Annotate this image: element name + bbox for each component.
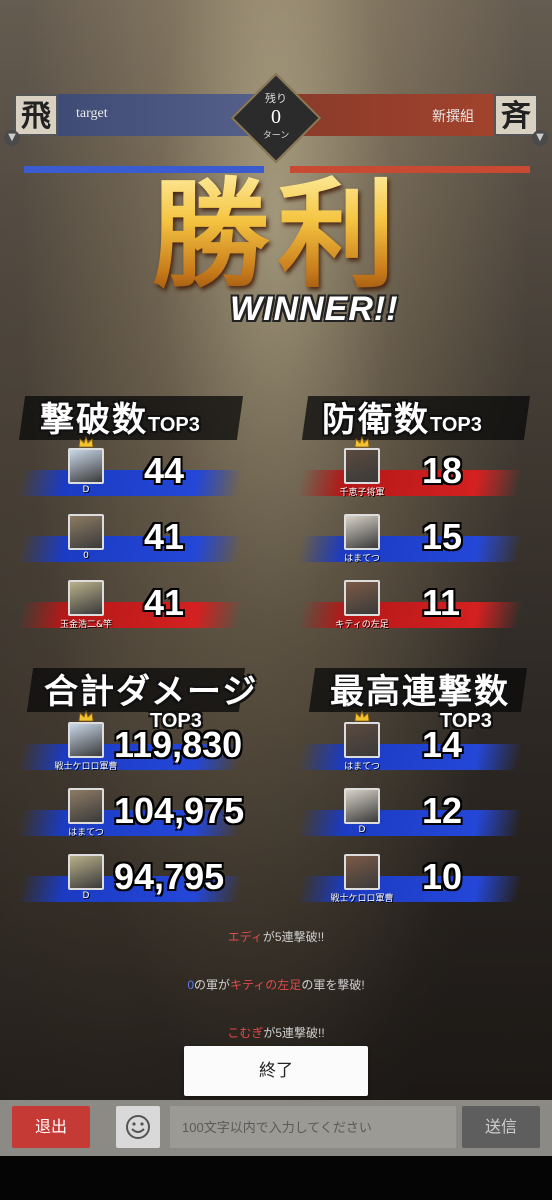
player-name: D <box>82 485 90 495</box>
victory-title: 勝利 <box>105 160 450 310</box>
rank-row-damage-2: はまてつ 104,975 <box>17 788 252 840</box>
rank-row-damage-3: D 94,795 <box>17 854 252 906</box>
chat-line-2-c: キティの左足 <box>230 978 302 992</box>
remaining-unit: ターン <box>262 130 290 140</box>
player-score: 10 <box>422 856 463 897</box>
rank-row-kills-1: D 44 <box>17 436 252 500</box>
exit-button[interactable]: 退出 <box>12 1106 90 1148</box>
chat-line-1: エディが5連撃破!! <box>0 928 552 945</box>
defense-title-text: 防衛数 <box>322 400 430 440</box>
chat-line-2-a: 0 <box>187 978 195 992</box>
left-team-name: target <box>76 106 108 121</box>
rank-row-kills-2: 0 41 <box>17 514 252 566</box>
player-score: 12 <box>422 790 463 831</box>
right-team-emblem: 斉 <box>494 94 538 136</box>
left-dropdown-icon[interactable]: ▼ <box>4 130 20 146</box>
defense-title: 防衛数TOP3 <box>322 392 482 441</box>
rank-row-defense-2: はまてつ 15 <box>297 514 532 566</box>
rank-row-defense-1: 千恵子将軍 18 <box>297 436 532 500</box>
player-name: 0 <box>83 551 89 561</box>
rank-row-combo-2: D 12 <box>297 788 532 840</box>
system-nav-bar <box>0 1156 552 1200</box>
remaining-value: 0 <box>271 106 281 128</box>
rank-row-kills-3: 玉金浩二&竿 41 <box>17 580 252 632</box>
right-team-name: 新撰組 <box>432 110 474 125</box>
chat-line-3-name: こむぎ <box>227 1026 264 1040</box>
player-score: 44 <box>144 450 185 491</box>
player-score: 14 <box>422 724 463 765</box>
chat-line-3: こむぎが5連撃破!! <box>0 1024 552 1041</box>
player-avatar <box>68 514 104 550</box>
player-avatar <box>344 448 380 484</box>
player-name: はまてつ <box>344 762 380 772</box>
player-score: 94,795 <box>114 856 225 897</box>
player-name: 戦士ケロロ軍曹 <box>330 894 394 904</box>
chat-line-1-text: が5連撃破!! <box>262 930 325 944</box>
player-avatar <box>68 448 104 484</box>
player-name: はまてつ <box>344 554 380 564</box>
player-avatar <box>344 580 380 616</box>
chat-line-2: 0の軍がキティの左足の軍を撃破! <box>0 976 552 993</box>
player-name: 玉金浩二&竿 <box>59 620 113 630</box>
rank-row-damage-1: 戦士ケロロ軍曹 119,830 <box>17 710 252 774</box>
chat-line-2-d: の軍を撃破! <box>301 978 365 992</box>
send-button[interactable]: 送信 <box>462 1106 540 1148</box>
crown-icon <box>78 710 94 722</box>
left-team-emblem: 飛 <box>14 94 58 136</box>
player-avatar <box>344 788 380 824</box>
remaining-turns: 残り 0 ターン <box>244 90 308 141</box>
player-avatar <box>344 854 380 890</box>
defense-top3: TOP3 <box>430 414 482 436</box>
player-score: 119,830 <box>114 724 243 765</box>
kills-title-text: 撃破数 <box>40 400 148 440</box>
chat-line-3-text: が5連撃破!! <box>263 1026 325 1040</box>
right-dropdown-icon[interactable]: ▼ <box>532 130 548 146</box>
player-name: キティの左足 <box>335 620 389 630</box>
player-score: 18 <box>422 450 463 491</box>
kills-title: 撃破数TOP3 <box>40 392 200 441</box>
smiley-icon <box>126 1115 150 1139</box>
player-score: 104,975 <box>114 790 245 831</box>
chat-input[interactable] <box>170 1106 456 1148</box>
player-name: 千恵子将軍 <box>339 488 385 498</box>
crown-icon <box>78 436 94 448</box>
player-score: 15 <box>422 516 463 557</box>
emoji-button[interactable] <box>116 1106 160 1148</box>
player-avatar <box>344 514 380 550</box>
player-score: 41 <box>144 582 185 623</box>
crown-icon <box>354 436 370 448</box>
player-name: D <box>358 825 366 835</box>
player-avatar <box>68 854 104 890</box>
player-avatar <box>68 580 104 616</box>
rank-row-combo-1: はまてつ 14 <box>297 710 532 774</box>
crown-icon <box>354 710 370 722</box>
winner-label: WINNER!! <box>230 290 399 328</box>
chat-line-2-b: の軍が <box>194 978 231 992</box>
player-avatar <box>68 722 104 758</box>
end-button[interactable]: 終了 <box>184 1046 368 1096</box>
player-avatar <box>344 722 380 758</box>
player-avatar <box>68 788 104 824</box>
kills-top3: TOP3 <box>148 414 200 436</box>
chat-line-1-name: エディ <box>227 930 263 944</box>
player-score: 11 <box>422 582 461 623</box>
rank-row-defense-3: キティの左足 11 <box>297 580 532 632</box>
remaining-label: 残り <box>265 93 287 105</box>
rank-row-combo-3: 戦士ケロロ軍曹 10 <box>297 854 532 906</box>
player-score: 41 <box>144 516 185 557</box>
